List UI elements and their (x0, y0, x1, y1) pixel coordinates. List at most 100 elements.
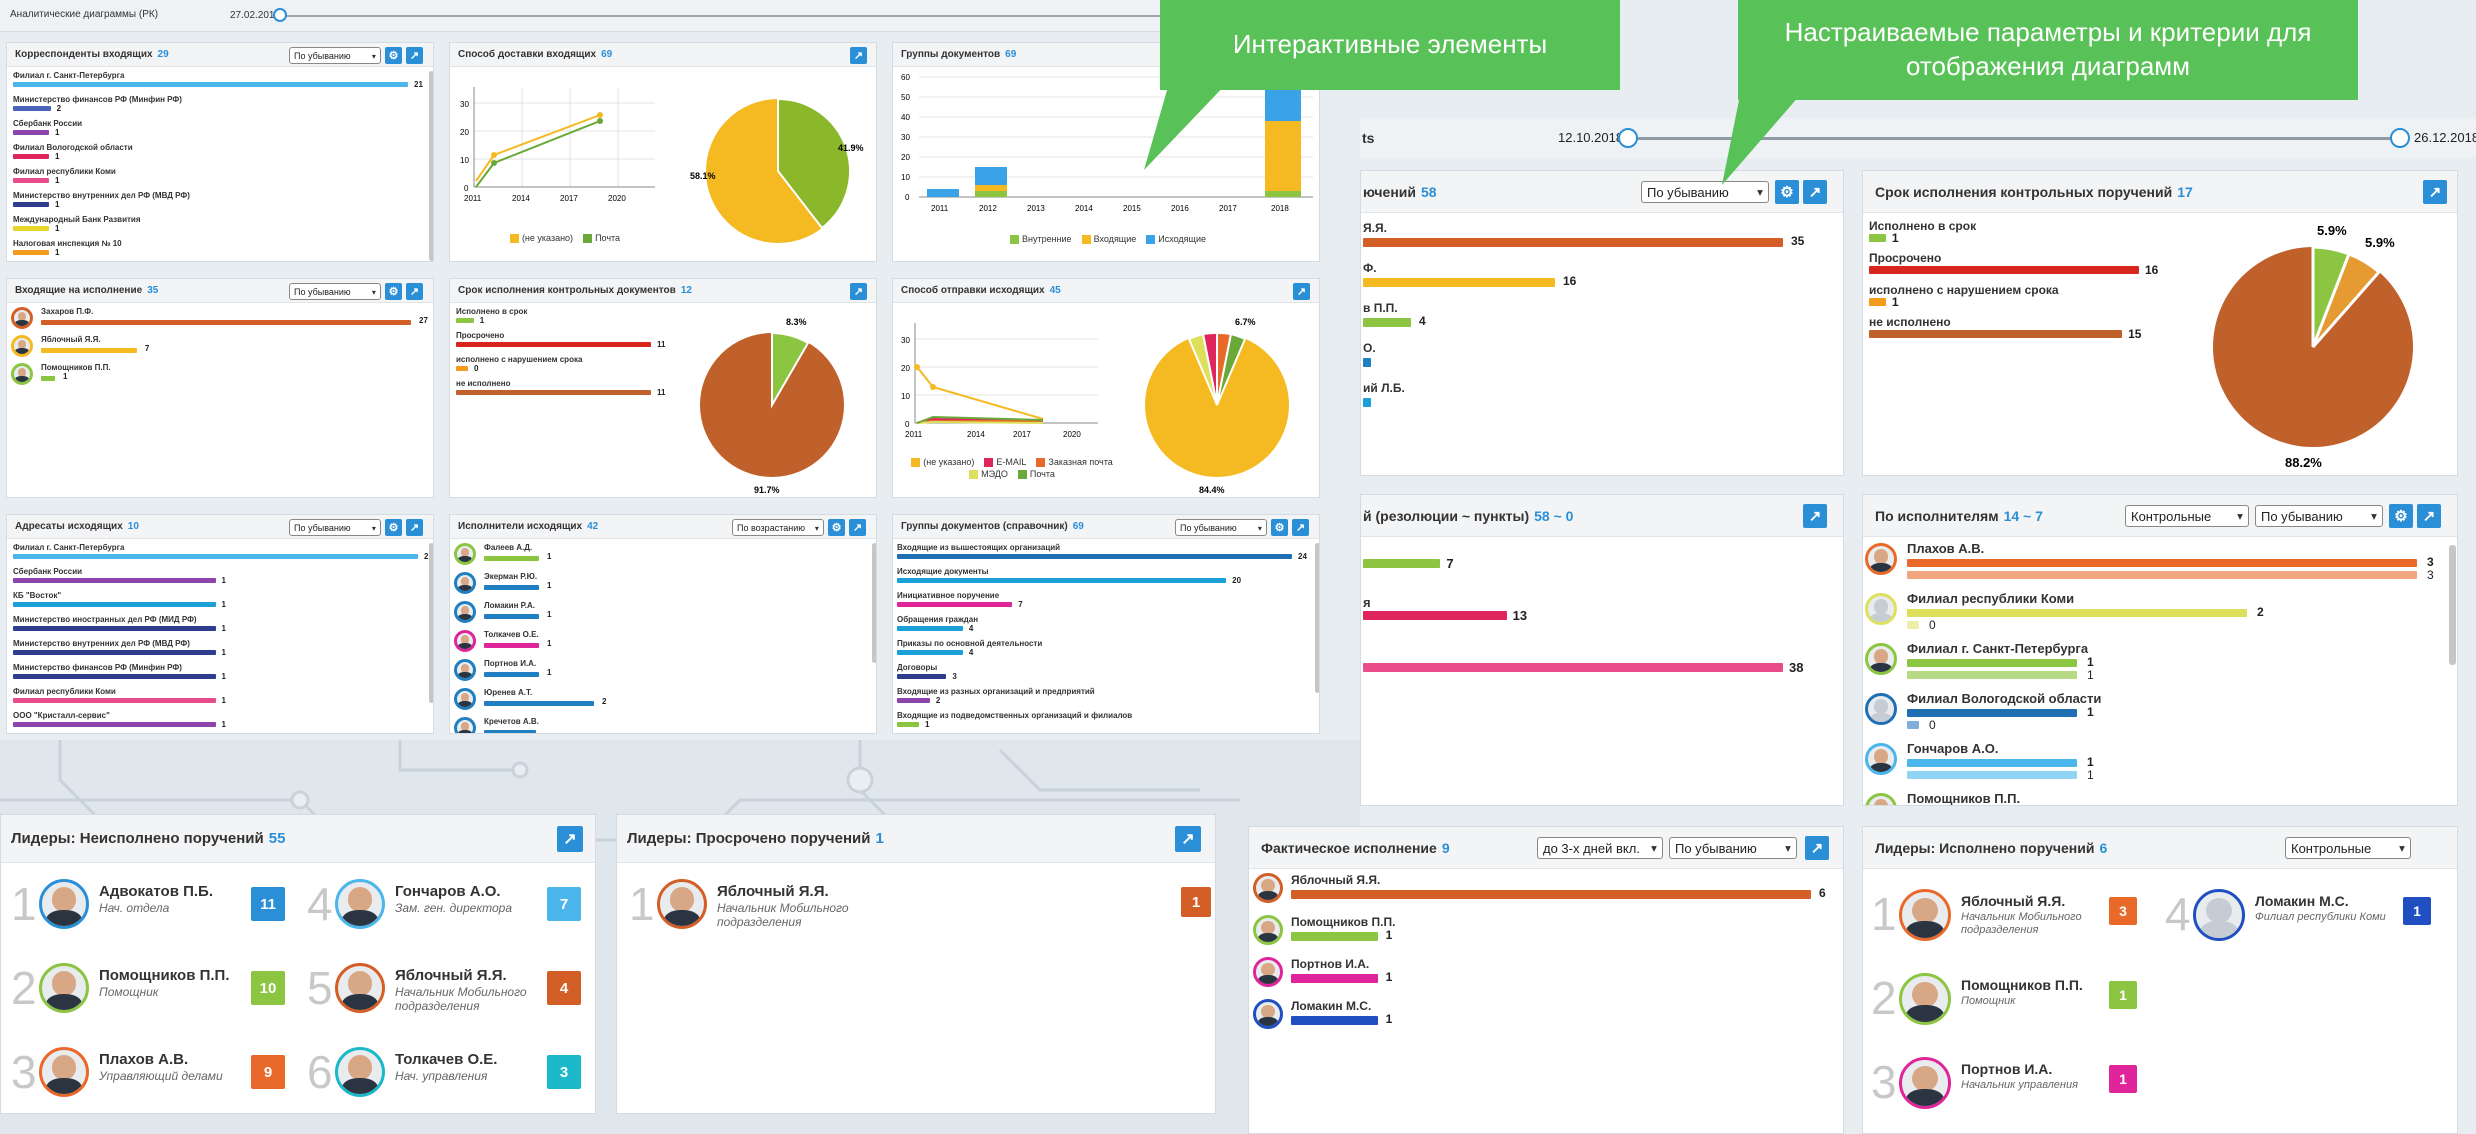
leader-badge[interactable]: 1 (2403, 897, 2431, 925)
scrollbar[interactable] (2449, 545, 2456, 665)
row-bar[interactable] (897, 554, 1292, 559)
leader-badge[interactable]: 7 (547, 887, 581, 921)
leader-badge[interactable]: 1 (2109, 1065, 2137, 1093)
row-bar[interactable] (1363, 611, 1507, 620)
row-bar[interactable] (13, 674, 216, 679)
row-bar[interactable] (1363, 559, 1441, 568)
expand-icon[interactable] (2417, 504, 2441, 528)
sort-select[interactable]: По убыванию (289, 47, 381, 64)
gear-icon[interactable] (1271, 519, 1288, 536)
date-range-handle-start[interactable] (1618, 128, 1638, 148)
gear-icon[interactable] (2389, 504, 2413, 528)
gear-icon[interactable] (828, 519, 845, 536)
sort-select[interactable]: По убыванию (289, 283, 381, 300)
row-bar[interactable] (1291, 974, 1378, 983)
expand-icon[interactable] (1805, 836, 1829, 860)
date-range-handle-end[interactable] (2390, 128, 2410, 148)
row-bar[interactable] (1907, 759, 2077, 767)
sort-select[interactable]: По убыванию (289, 519, 381, 536)
expand-icon[interactable] (1175, 826, 1201, 852)
row-bar[interactable] (1907, 609, 2247, 617)
row-bar[interactable] (13, 250, 49, 255)
row-bar[interactable] (13, 578, 216, 583)
row-bar[interactable] (484, 556, 539, 561)
leader-badge[interactable]: 1 (1181, 887, 1211, 917)
expand-icon[interactable] (406, 519, 423, 536)
row-bar[interactable] (484, 701, 594, 706)
row-bar[interactable] (897, 722, 919, 727)
row-bar[interactable] (41, 348, 137, 353)
row-bar[interactable] (1907, 671, 2077, 679)
row-bar[interactable] (13, 202, 49, 207)
row-bar[interactable] (484, 643, 539, 648)
row-bar[interactable] (1907, 571, 2417, 579)
period-select[interactable]: до 3-х дней вкл. (1537, 837, 1663, 859)
gear-icon[interactable] (385, 519, 402, 536)
row-bar[interactable] (13, 106, 51, 111)
expand-icon[interactable] (1803, 504, 1827, 528)
leader-badge[interactable]: 1 (2109, 981, 2137, 1009)
row-bar[interactable] (41, 376, 55, 381)
expand-icon[interactable] (1292, 519, 1309, 536)
row-bar[interactable] (1363, 238, 1783, 247)
row-bar[interactable] (1363, 358, 1371, 367)
gear-icon[interactable] (385, 283, 402, 300)
row-bar[interactable] (897, 650, 963, 655)
leader-badge[interactable]: 9 (251, 1055, 285, 1089)
row-bar[interactable] (1907, 659, 2077, 667)
row-bar[interactable] (484, 730, 536, 733)
row-bar[interactable] (13, 722, 216, 727)
row-bar[interactable] (1907, 709, 2077, 717)
row-bar[interactable] (1291, 890, 1811, 899)
expand-icon[interactable] (2423, 180, 2447, 204)
row-bar[interactable] (1907, 559, 2417, 567)
leader-badge[interactable]: 10 (251, 971, 285, 1005)
expand-icon[interactable] (557, 826, 583, 852)
expand-icon[interactable] (850, 283, 867, 300)
sort-select[interactable]: По убыванию (1669, 837, 1797, 859)
row-bar[interactable] (1363, 278, 1555, 287)
row-bar[interactable] (1363, 663, 1783, 672)
row-bar[interactable] (456, 390, 651, 395)
row-bar[interactable] (13, 130, 49, 135)
expand-icon[interactable] (850, 47, 867, 64)
leader-badge[interactable]: 3 (547, 1055, 581, 1089)
row-bar[interactable] (484, 614, 539, 619)
row-bar[interactable] (13, 226, 49, 231)
row-bar[interactable] (13, 650, 216, 655)
row-bar[interactable] (897, 578, 1227, 583)
row-bar[interactable] (456, 342, 651, 347)
row-bar[interactable] (1869, 234, 1886, 242)
row-bar[interactable] (897, 698, 930, 703)
leader-badge[interactable]: 11 (251, 887, 285, 921)
row-bar[interactable] (484, 672, 539, 677)
row-bar[interactable] (1907, 721, 1919, 729)
date-slider-handle[interactable] (273, 8, 287, 22)
row-bar[interactable] (13, 554, 418, 559)
row-bar[interactable] (13, 178, 49, 183)
sort-select[interactable]: По убыванию (1175, 519, 1267, 536)
row-bar[interactable] (1291, 932, 1378, 941)
row-bar[interactable] (13, 82, 408, 87)
row-bar[interactable] (13, 154, 49, 159)
row-bar[interactable] (1869, 298, 1886, 306)
row-bar[interactable] (484, 585, 539, 590)
row-bar[interactable] (13, 602, 216, 607)
row-bar[interactable] (13, 698, 216, 703)
row-bar[interactable] (1869, 266, 2139, 274)
expand-icon[interactable] (849, 519, 866, 536)
sort-select[interactable]: По убыванию (2255, 505, 2383, 527)
row-bar[interactable] (1907, 771, 2077, 779)
row-bar[interactable] (1869, 330, 2123, 338)
control-filter-select[interactable]: Контрольные (2125, 505, 2249, 527)
row-bar[interactable] (41, 320, 411, 325)
row-bar[interactable] (1291, 1016, 1378, 1025)
row-bar[interactable] (1907, 621, 1919, 629)
scrollbar[interactable] (1315, 543, 1319, 693)
row-bar[interactable] (897, 674, 947, 679)
expand-icon[interactable] (406, 283, 423, 300)
expand-icon[interactable] (406, 47, 423, 64)
sort-select[interactable]: По возрастанию (732, 519, 824, 536)
row-bar[interactable] (1363, 398, 1371, 407)
row-bar[interactable] (1363, 318, 1411, 327)
